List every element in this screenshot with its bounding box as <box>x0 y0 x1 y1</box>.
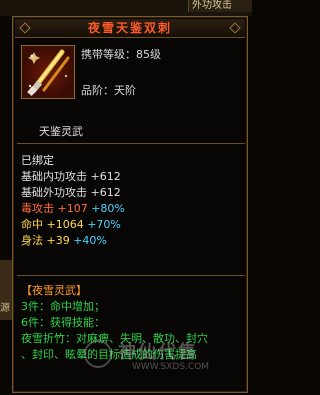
stat-label: 毒攻击 <box>21 202 54 215</box>
tooltip-title-bar: 夜雪天鉴双刺 <box>15 19 245 38</box>
bound-status: 已绑定 <box>21 154 54 167</box>
item-info: 携带等级：85级 品阶：天阶 <box>81 47 241 99</box>
item-title: 夜雪天鉴双刺 <box>87 21 172 35</box>
stat-value: +612 <box>90 186 121 199</box>
stats-list: 已绑定 基础内功攻击 +612 基础外功攻击 +612 毒攻击 +107 +80… <box>21 153 245 249</box>
stat-row: 基础外功攻击 +612 <box>21 185 245 201</box>
item-icon-frame[interactable] <box>21 45 75 99</box>
stat-row: 基础内功攻击 +612 <box>21 169 245 185</box>
divider <box>17 143 245 144</box>
item-name: 天鉴灵武 <box>39 125 83 138</box>
background-stat-label: 外功攻击 <box>188 0 252 12</box>
stat-label: 命中 <box>21 218 43 231</box>
stat-label: 身法 <box>21 234 43 247</box>
set-line: 6件：获得技能： <box>21 316 105 329</box>
stat-label: 基础内功攻击 <box>21 170 87 183</box>
set-title: 【夜雪灵武】 <box>21 284 87 297</box>
stat-label: 基础外功攻击 <box>21 186 87 199</box>
item-tooltip: 夜雪天鉴双刺 携带等级：85级 品阶：天阶 天鉴灵武 已绑定 基础内功攻击 +6… <box>12 16 248 393</box>
watermark-logo-icon <box>84 340 112 368</box>
stat-value: +107 <box>57 202 88 215</box>
divider <box>17 275 245 276</box>
stat-value: +612 <box>90 170 121 183</box>
stat-value: +1064 <box>46 218 84 231</box>
item-grade: 品阶：天阶 <box>81 84 136 97</box>
stat-percent: +40% <box>73 234 107 247</box>
stat-percent: +70% <box>87 218 121 231</box>
stat-percent: +80% <box>91 202 125 215</box>
stat-row: 身法 +39 +40% <box>21 233 245 249</box>
twin-daggers-icon <box>27 49 70 96</box>
stat-row: 毒攻击 +107 +80% <box>21 201 245 217</box>
stat-row: 命中 +1064 +70% <box>21 217 245 233</box>
watermark-text: 神仙代售 <box>118 342 198 363</box>
stat-value: +39 <box>46 234 70 247</box>
carry-level: 携带等级：85级 <box>81 48 161 61</box>
set-line: 3件：命中增加； <box>21 300 105 313</box>
watermark-url: WWW.SXDS.COM <box>132 362 210 372</box>
